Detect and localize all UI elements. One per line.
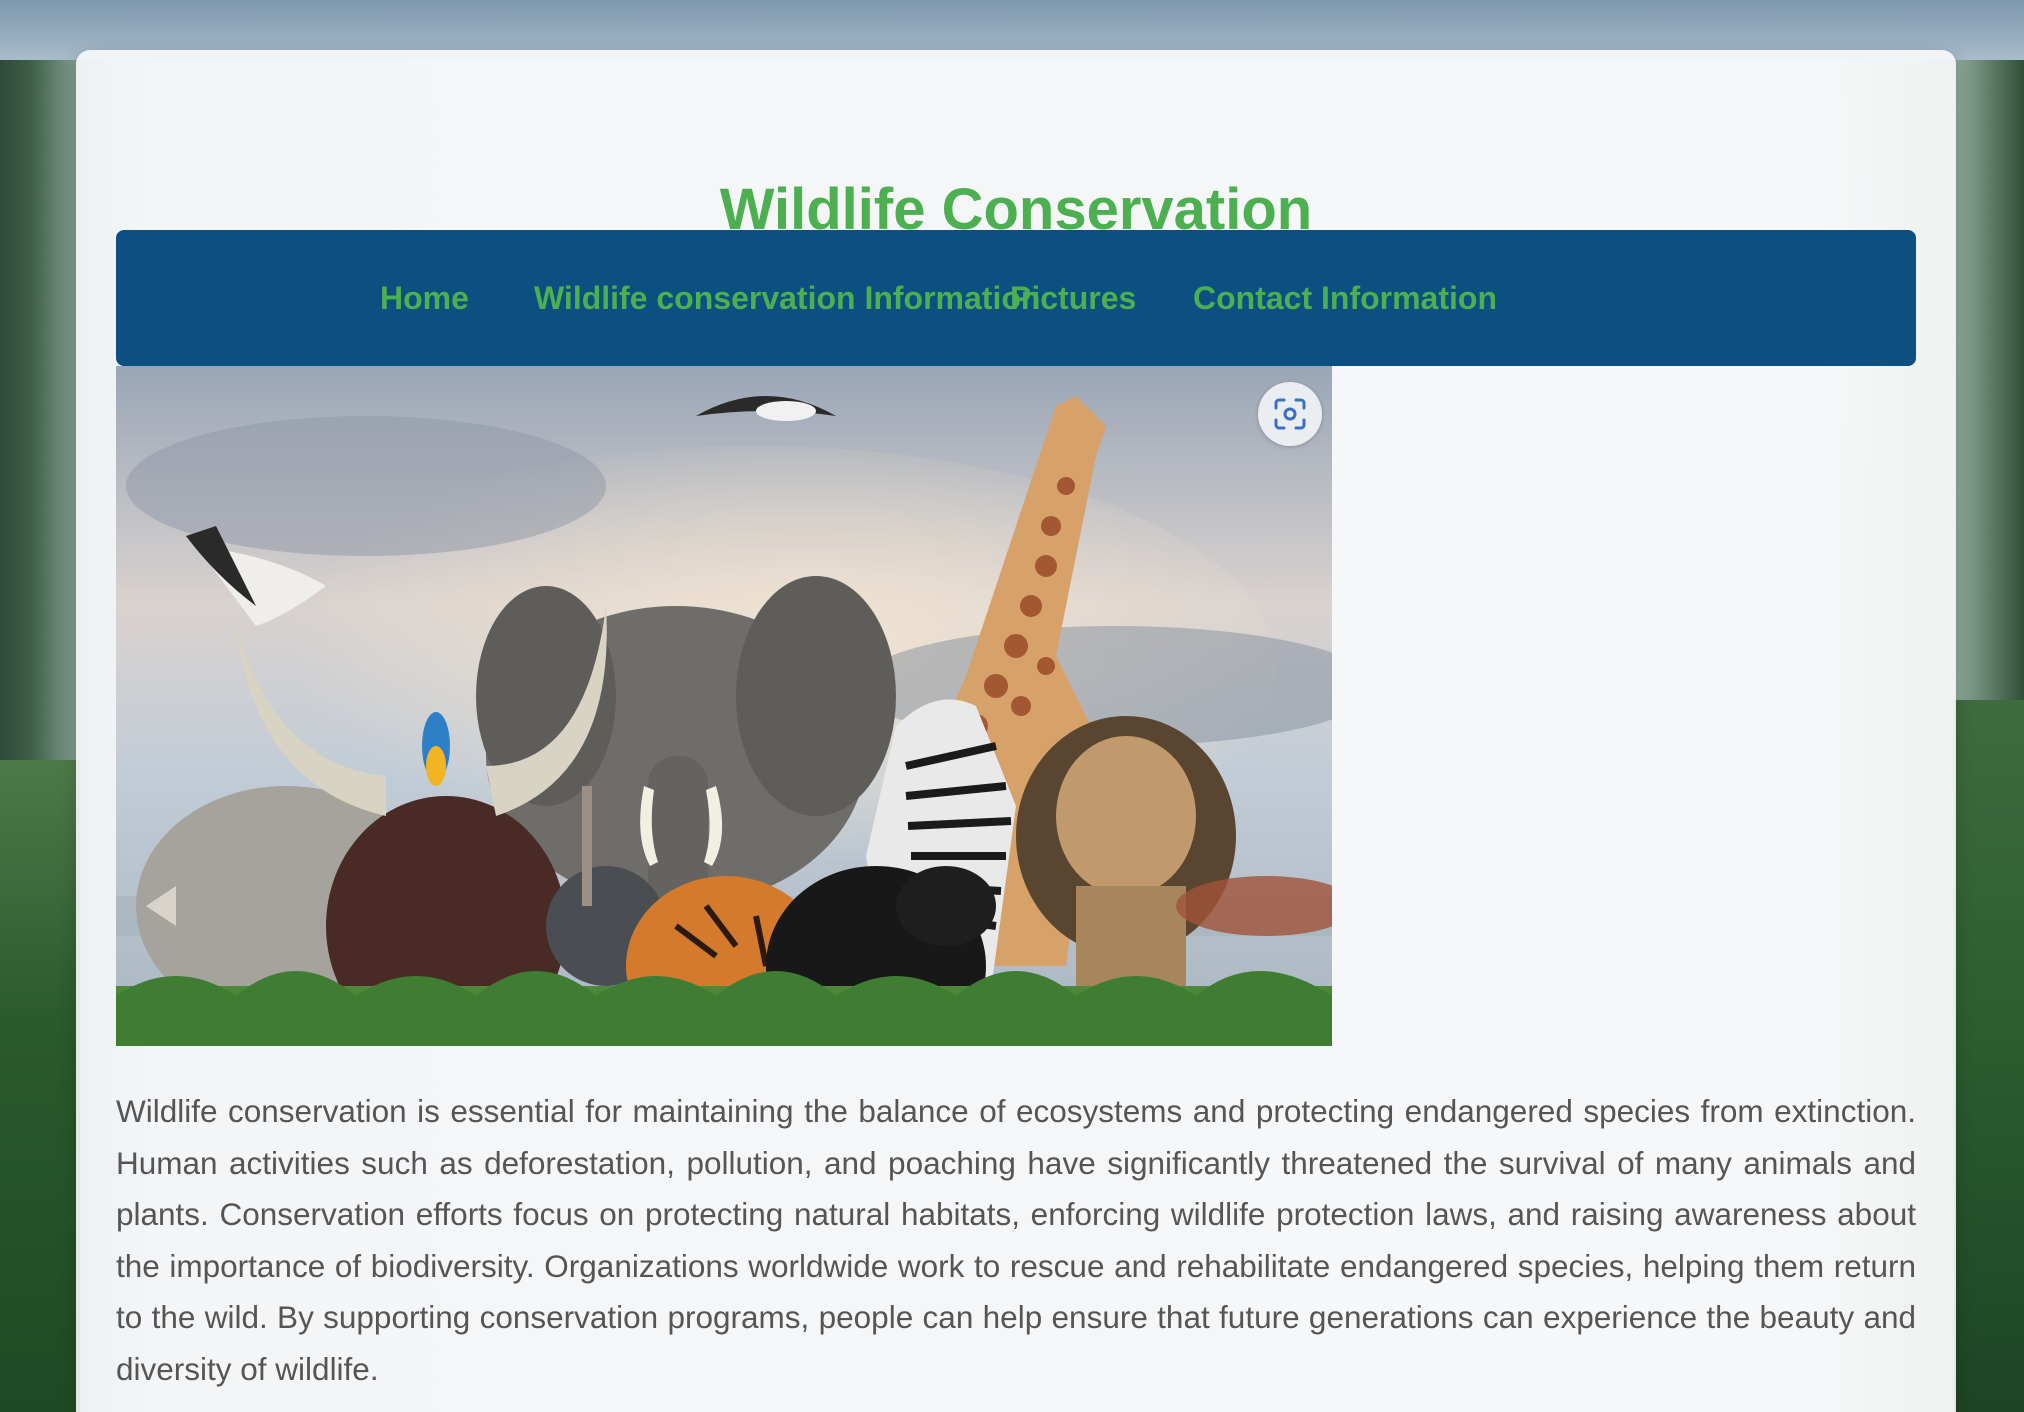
- visual-search-icon: [1274, 398, 1306, 430]
- content-card: Wildlife Conservation Home Wildlife cons…: [76, 50, 1956, 1412]
- background-grass-left: [0, 760, 80, 1412]
- background-grass-right: [1954, 700, 2024, 1412]
- nav-pictures[interactable]: Pictures: [1010, 230, 1136, 366]
- wildlife-illustration: [116, 366, 1332, 1046]
- nav-wildlife-info[interactable]: Wildlife conservation Information: [534, 230, 1040, 366]
- nav-contact[interactable]: Contact Information: [1193, 230, 1497, 366]
- conservation-paragraph: Wildlife conservation is essential for m…: [116, 1093, 1916, 1387]
- main-nav: Home Wildlife conservation Information P…: [116, 230, 1916, 366]
- visual-search-button[interactable]: [1258, 382, 1322, 446]
- wildlife-hero-image: [116, 366, 1332, 1046]
- nav-home[interactable]: Home: [380, 230, 469, 366]
